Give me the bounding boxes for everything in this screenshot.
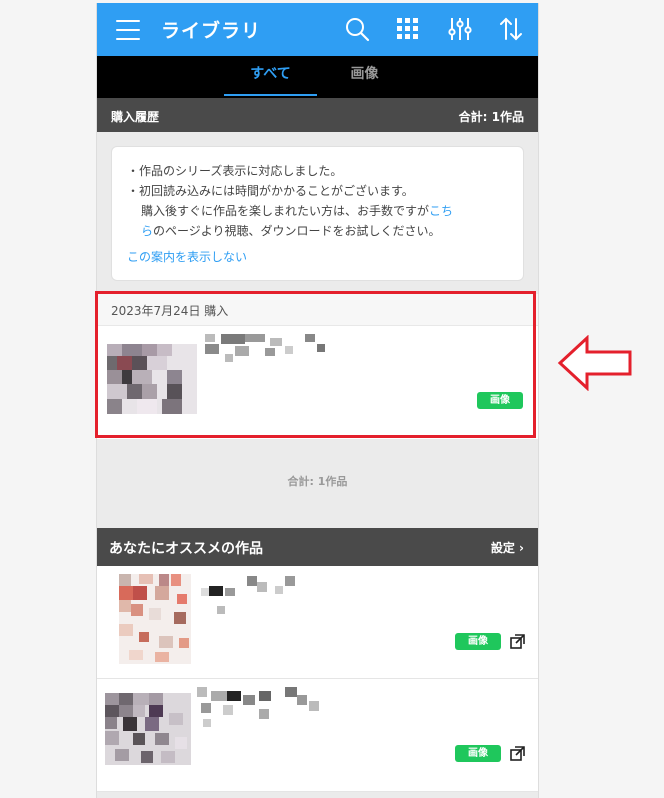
- library-app: ライブラリ すべて 画像 購入履歴 合計: 1作品 ・作品のシリーズ表示に対応し…: [96, 3, 539, 798]
- purchase-history-total: 合計: 1作品: [458, 110, 524, 124]
- filter-sliders-icon[interactable]: [447, 16, 473, 42]
- recommend-item-thumbnail[interactable]: [119, 574, 191, 664]
- recommend-item[interactable]: 画像: [97, 566, 538, 679]
- notice-line-2: ・初回読み込みには時間がかかることがございます。: [127, 184, 414, 198]
- recommend-item-title-blurred: [197, 687, 327, 731]
- external-link-icon[interactable]: [510, 746, 525, 761]
- notice-link-here-cont[interactable]: ら: [141, 224, 153, 238]
- tab-bar: すべて 画像: [97, 56, 538, 98]
- tab-all[interactable]: すべて: [224, 56, 317, 98]
- purchase-history-header: 購入履歴 合計: 1作品: [97, 98, 538, 132]
- chevron-right-icon: ›: [519, 541, 524, 555]
- notice-line-1: ・作品のシリーズ表示に対応しました。: [127, 164, 343, 178]
- search-icon[interactable]: [344, 16, 370, 42]
- purchase-date-bar: 2023年7月24日 購入: [97, 294, 538, 326]
- notice-line-4: のページより視聴、ダウンロードをお試しください。: [153, 224, 441, 238]
- sort-icon[interactable]: [498, 16, 524, 42]
- top-bar: ライブラリ: [97, 3, 538, 56]
- tab-images[interactable]: 画像: [327, 56, 402, 98]
- recommend-item-thumbnail[interactable]: [105, 693, 191, 765]
- recommend-item[interactable]: 画像: [97, 679, 538, 792]
- recommend-item-title-blurred: [201, 574, 301, 618]
- history-footer-total: 合計: 1作品: [287, 475, 348, 488]
- recommend-settings-link[interactable]: 設定 ›: [491, 539, 524, 556]
- recommend-item-badge: 画像: [455, 633, 501, 650]
- notice-link-here[interactable]: こち: [429, 204, 453, 218]
- recommend-header: あなたにオススメの作品 設定 ›: [97, 528, 538, 566]
- notice-box: ・作品のシリーズ表示に対応しました。 ・初回読み込みには時間がかかることがござい…: [111, 146, 524, 281]
- menu-icon[interactable]: [116, 20, 140, 40]
- purchased-item-thumbnail[interactable]: [107, 344, 197, 414]
- external-link-icon[interactable]: [510, 634, 525, 649]
- notice-line-3: 購入後すぐに作品を楽しまれたい方は、お手数ですが: [141, 204, 430, 218]
- purchase-date: 2023年7月24日 購入: [111, 304, 229, 318]
- arrow-left-icon: [557, 334, 633, 395]
- purchased-item-title-blurred: [205, 334, 335, 364]
- recommend-settings-label: 設定: [490, 541, 515, 555]
- purchase-history-label: 購入履歴: [111, 110, 160, 124]
- page-title: ライブラリ: [161, 20, 262, 42]
- grid-icon[interactable]: [395, 16, 421, 42]
- purchased-item-badge: 画像: [477, 392, 523, 409]
- recommend-item-badge: 画像: [455, 745, 501, 762]
- dismiss-notice-link[interactable]: この案内を表示しない: [127, 248, 247, 267]
- purchased-item-card[interactable]: 2023年7月24日 購入 画像: [97, 294, 538, 439]
- recommend-title: あなたにオススメの作品: [109, 541, 263, 557]
